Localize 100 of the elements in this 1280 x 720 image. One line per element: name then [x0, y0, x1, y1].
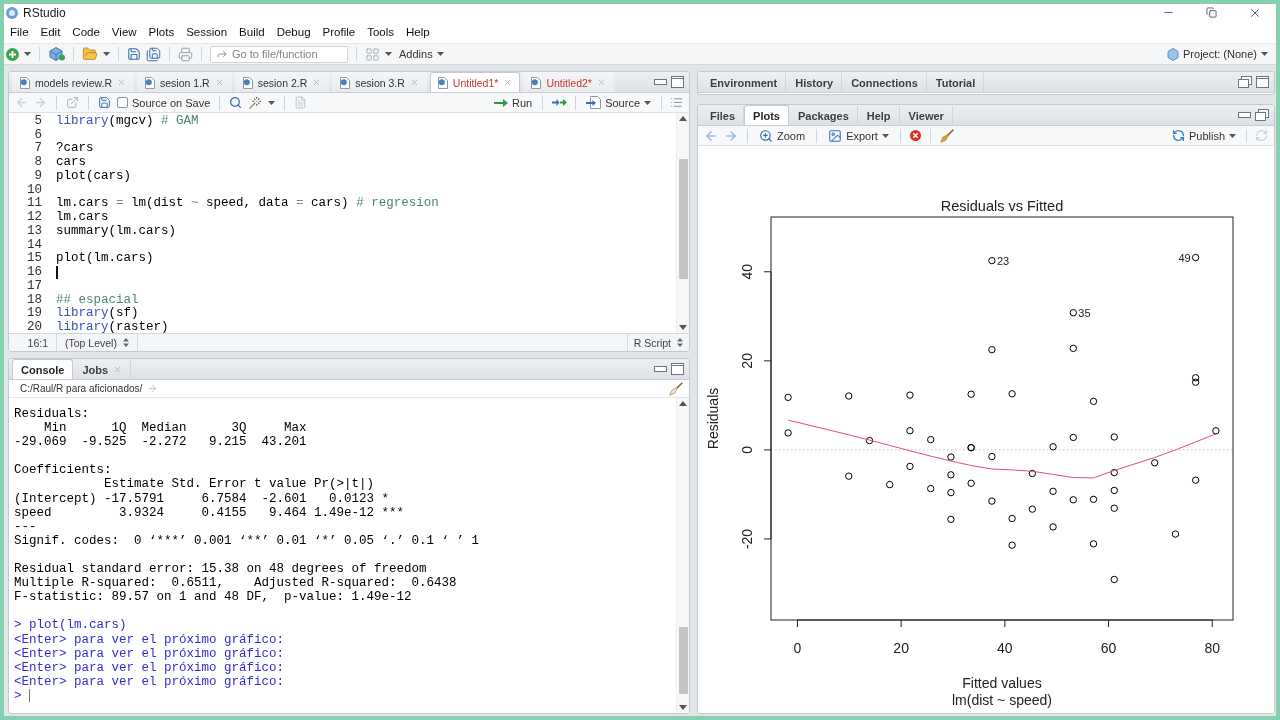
scrollbar[interactable]	[676, 113, 689, 333]
scroll-down-icon[interactable]	[679, 705, 687, 710]
caret-icon[interactable]	[268, 100, 276, 105]
console-prompt: >	[14, 688, 22, 703]
scrollbar[interactable]	[676, 398, 689, 713]
minimize-pane-icon[interactable]	[654, 366, 667, 372]
pane-tab[interactable]: Help	[857, 105, 900, 125]
data-point	[906, 427, 914, 435]
caret-icon[interactable]	[24, 52, 31, 56]
scrollbar-thumb[interactable]	[678, 159, 688, 279]
pane-tab[interactable]: Connections	[842, 72, 927, 92]
restore-icon[interactable]	[1206, 7, 1217, 18]
x-tick-label: 80	[1204, 640, 1221, 656]
export-button[interactable]: Export	[826, 128, 891, 143]
pane-tab[interactable]: Viewer	[899, 105, 953, 125]
data-point	[1049, 487, 1057, 495]
data-point	[1028, 469, 1037, 478]
addins-button[interactable]: Addins	[397, 48, 446, 60]
pane-tab[interactable]: Environment	[701, 72, 787, 92]
caret-icon	[644, 100, 651, 105]
menu-item[interactable]: Code	[66, 24, 106, 40]
restore-pane-icon[interactable]	[1255, 109, 1269, 121]
menu-item[interactable]: Profile	[316, 24, 362, 40]
updown-arrows-icon[interactable]	[677, 338, 683, 347]
folder-icon[interactable]	[82, 46, 98, 62]
save-icon[interactable]	[127, 47, 141, 61]
checkbox[interactable]	[117, 97, 128, 108]
save-all-icon[interactable]	[146, 46, 161, 62]
menu-item[interactable]: Tools	[361, 24, 400, 40]
menu-item[interactable]: Debug	[270, 24, 317, 40]
menu-item[interactable]: Help	[400, 24, 436, 40]
updown-arrows-icon[interactable]	[122, 338, 129, 347]
restore-pane-icon[interactable]	[1238, 76, 1252, 88]
publish-button[interactable]: Publish	[1169, 129, 1238, 142]
file-tab[interactable]: sesion 1.R	[137, 72, 232, 92]
data-point	[967, 479, 975, 487]
data-point	[886, 480, 894, 489]
zoom-button[interactable]: Zoom	[757, 128, 808, 143]
menu-item[interactable]: Build	[233, 24, 271, 40]
minimize-pane-icon[interactable]	[654, 79, 667, 85]
maximize-pane-icon[interactable]	[671, 76, 684, 88]
data-point	[927, 484, 935, 493]
pane-tab[interactable]: Packages	[789, 105, 858, 125]
caret-icon[interactable]	[103, 52, 110, 56]
broom-icon[interactable]	[669, 381, 683, 396]
maximize-pane-icon[interactable]	[1256, 76, 1269, 88]
data-point	[1110, 504, 1118, 512]
menu-item[interactable]: Plots	[142, 24, 181, 40]
line-number: 18	[26, 292, 42, 307]
scope-selector[interactable]: (Top Level)	[65, 336, 117, 349]
data-point	[988, 452, 996, 461]
file-tab[interactable]: sesion 3.R	[332, 72, 427, 92]
scroll-down-icon[interactable]	[679, 325, 687, 330]
broom-icon[interactable]	[939, 128, 954, 143]
pane-tab[interactable]: History	[786, 72, 843, 92]
zoom-icon	[759, 128, 773, 143]
document-icon	[241, 76, 253, 89]
data-point	[845, 472, 853, 480]
scrollbar-thumb[interactable]	[678, 627, 688, 694]
file-tab[interactable]: models review.R	[12, 72, 135, 92]
file-tab[interactable]: Untitled2*	[523, 72, 614, 92]
search-icon[interactable]	[229, 96, 243, 109]
minimize-pane-icon[interactable]	[1238, 112, 1251, 118]
rerun-arrows-icon[interactable]	[551, 98, 568, 107]
caret-icon[interactable]	[385, 52, 392, 56]
file-tab[interactable]: sesion 2.R	[234, 72, 330, 92]
console-output-line: ---	[14, 519, 38, 534]
wand-icon[interactable]	[248, 95, 263, 110]
go-to-file-field[interactable]: Go to file/function	[210, 45, 348, 63]
scroll-up-icon[interactable]	[679, 116, 687, 121]
menu-item[interactable]: File	[4, 24, 35, 40]
lines-icon[interactable]	[670, 96, 683, 109]
code-line: library(mgcv) # GAM	[56, 113, 199, 128]
cube-icon[interactable]	[48, 47, 65, 61]
data-point	[784, 393, 792, 402]
pane-tab[interactable]: Jobs	[73, 359, 132, 379]
menu-item[interactable]: Edit	[34, 24, 67, 40]
data-point	[947, 515, 955, 524]
maximize-pane-icon[interactable]	[671, 363, 684, 375]
file-type-selector[interactable]: R Script	[633, 336, 671, 349]
line-number: 9	[33, 168, 42, 183]
plus-icon[interactable]	[6, 47, 19, 61]
run-button[interactable]: Run	[491, 96, 535, 109]
line-number: 6	[33, 127, 42, 142]
x-tick-label: 20	[893, 640, 909, 656]
x-tick-label: 60	[1100, 640, 1117, 656]
pane-tab[interactable]: Console	[12, 359, 74, 379]
delete-icon[interactable]	[909, 130, 921, 141]
scroll-up-icon[interactable]	[679, 401, 687, 406]
menu-item[interactable]: Session	[180, 24, 234, 40]
file-tab[interactable]: Untitled1*	[429, 72, 521, 92]
source-button[interactable]: Source	[584, 96, 653, 109]
pane-tab[interactable]: Tutorial	[926, 72, 985, 92]
data-point	[1069, 309, 1077, 317]
save-icon[interactable]	[98, 96, 111, 109]
data-point	[1151, 459, 1159, 467]
project-button[interactable]: Project: (None)	[1165, 47, 1270, 61]
menu-item[interactable]: View	[105, 24, 143, 40]
pane-tab[interactable]: Plots	[744, 105, 789, 125]
printer-icon[interactable]	[178, 46, 193, 62]
